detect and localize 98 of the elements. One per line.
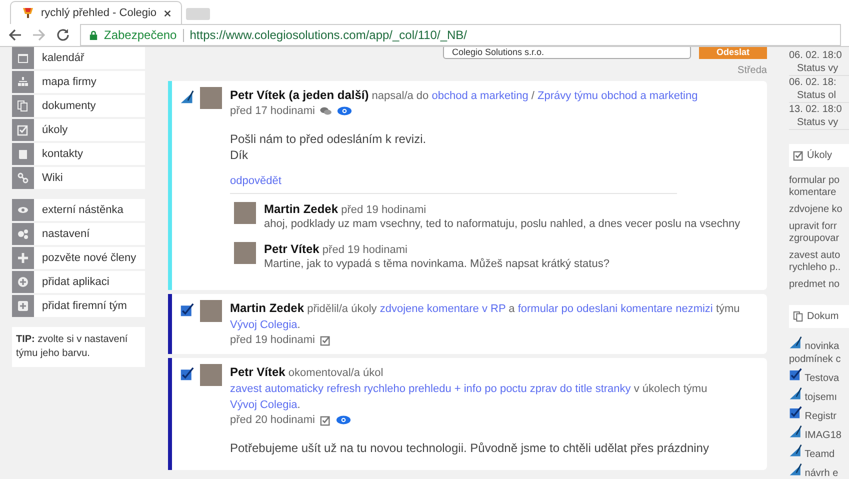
calendar-icon: [17, 52, 29, 64]
task-item[interactable]: upravit forr zgroupovar: [789, 221, 849, 245]
activity-headline: Petr Vítek okomentoval/a úkol zavest automaticky refresh rychleho prehledu + info po poctu zprav do title stranky v úkolech týmu Vývoj Colegia.: [230, 364, 708, 413]
reload-icon[interactable]: [56, 28, 70, 42]
sidebar-item[interactable]: přidat firemní tým: [12, 295, 145, 317]
message-text: Potřebujeme ušít už na tu novou technologii. Původně jsme to chtěli udělat přes prázdniny: [230, 440, 710, 456]
link[interactable]: zavest automaticky refresh rychleho prehledu + info po poctu zprav do title stranky: [230, 383, 631, 395]
address-bar[interactable]: Zabezpečeno https://www.colegiosolutions.com/app/_col/110/_NB/: [80, 24, 841, 46]
document-item[interactable]: tojsemı: [789, 387, 849, 404]
checkbox-icon: [320, 334, 332, 346]
document-pen-icon: [789, 463, 802, 476]
avatar-placeholder: [234, 202, 256, 224]
message-text: Dík: [230, 147, 249, 163]
document-pen-icon: [789, 387, 802, 400]
link[interactable]: Vývoj Colegia: [230, 399, 298, 411]
url-text: https://www.colegiosolutions.com/app/_col/110/_NB/: [190, 28, 467, 42]
activity-headline: Martin Zedek přidělil/a úkoly zdvojene komentare v RP a formular po odeslani komentare nezmizi týmu Vývoj Colegia.: [230, 300, 741, 333]
plus-square-icon: [17, 300, 29, 312]
document-item[interactable]: Registr: [789, 406, 849, 423]
documents-title: Dokum: [807, 311, 839, 322]
sidebar-item[interactable]: dokumenty: [12, 95, 145, 117]
avatar-placeholder: [200, 300, 222, 322]
document-item[interactable]: IMAG18: [789, 425, 849, 442]
tip-text: TIP: zvolte si v nastavení týmu jeho barvu.: [12, 327, 145, 367]
activity-headline: Petr Vítek (a jeden další) napsal/a do obchod a marketing / Zprávy týmu obchod a marketing: [230, 87, 699, 104]
task-pen-icon: [789, 406, 802, 419]
activity-text[interactable]: Status vy: [789, 116, 849, 129]
comment-author: Petr Vítek: [264, 242, 320, 256]
task-item[interactable]: zavest auto rychleho p..: [789, 250, 849, 274]
activity-text[interactable]: Status vy: [789, 62, 849, 75]
browser-tab[interactable]: rychlý přehled - Colegio: [10, 1, 182, 24]
close-icon[interactable]: [162, 8, 172, 18]
document-item[interactable]: návrh e: [789, 463, 849, 479]
document-item[interactable]: Teamd: [789, 444, 849, 461]
sidebar-item[interactable]: externí nástěnka: [12, 199, 145, 221]
tasks-title: Úkoly: [807, 150, 832, 161]
reply-link[interactable]: odpovědět: [230, 175, 282, 187]
document-pen-icon: [789, 425, 802, 438]
day-label: Středa: [736, 65, 767, 76]
task-pen-icon: [180, 303, 194, 317]
task-pen-icon: [180, 367, 194, 381]
avatar-placeholder: [200, 364, 222, 386]
eye-icon[interactable]: [336, 415, 352, 425]
back-arrow-icon[interactable]: [8, 28, 22, 42]
timestamp: před 17 hodinami: [230, 105, 316, 117]
tab-title: rychlý přehled - Colegio: [41, 7, 157, 19]
document-item[interactable]: novinka podmínek c: [789, 336, 849, 366]
comment-author: Martin Zedek: [264, 202, 338, 216]
trophy-icon: [21, 6, 35, 20]
security-label: Zabezpečeno: [104, 28, 177, 42]
comment-text: Martine, jak to vypadá s těma novinkama. Můžeš napsat krátký status?: [264, 258, 610, 270]
sidebar-item[interactable]: pozvěte nové členy: [12, 247, 145, 269]
link[interactable]: zdvojene komentare v RP: [380, 303, 506, 315]
link-icon: [17, 172, 29, 184]
activity-date: 06. 02. 18:0: [789, 49, 843, 62]
link[interactable]: formular po odeslani komentare nezmizi: [518, 303, 713, 315]
sidebar-item[interactable]: kalendář: [12, 47, 145, 69]
sitemap-icon: [17, 76, 29, 88]
sidebar-item[interactable]: kontakty: [12, 143, 145, 165]
eye-icon: [17, 204, 29, 216]
timestamp: před 19 hodinami: [230, 334, 316, 346]
link[interactable]: obchod a marketing: [432, 90, 528, 102]
task-item[interactable]: predmet no: [789, 279, 849, 291]
lock-icon: [89, 30, 98, 40]
avatar-placeholder: [234, 242, 256, 264]
task-pen-icon: [789, 368, 802, 381]
sidebar-item[interactable]: nastavení: [12, 223, 145, 245]
document-pen-icon: [789, 444, 802, 457]
plus-icon: [17, 252, 29, 264]
link[interactable]: Zprávy týmu obchod a marketing: [538, 90, 698, 102]
document-pen-icon: [789, 336, 802, 349]
task-item[interactable]: formular po komentare: [789, 175, 849, 199]
checkbox-icon: [320, 414, 332, 426]
avatar-placeholder: [200, 87, 222, 109]
eye-icon[interactable]: [337, 106, 352, 116]
task-item[interactable]: zdvojene ko: [789, 204, 849, 216]
comment-text: ahoj, podklady uz mam vsechny, ted to naformatuju, poslu nahled, a dnes vecer poslu na vsechny: [264, 218, 740, 230]
timestamp: před 20 hodinami: [230, 414, 316, 426]
comments-icon: [320, 106, 332, 116]
sidebar-item[interactable]: mapa firmy: [12, 71, 145, 93]
activity-text[interactable]: Status ol: [789, 89, 849, 102]
link[interactable]: Vývoj Colegia: [230, 319, 298, 331]
sidebar-item[interactable]: úkoly: [12, 119, 145, 141]
checkbox-icon: [17, 124, 29, 136]
message-text: Pošli nám to před odesláním k revizi.: [230, 131, 428, 147]
sidebar-item[interactable]: Wiki: [12, 167, 145, 189]
activity-date: 13. 02. 18:0: [789, 103, 843, 116]
timestamp: před 19 hodinami: [322, 244, 408, 256]
plus-circle-icon: [17, 276, 29, 288]
activity-date: 06. 02. 18:: [789, 76, 838, 89]
checkbox-icon: [793, 150, 804, 161]
documents-icon: [793, 311, 804, 322]
company-field[interactable]: Colegio Solutions s.r.o.: [443, 47, 691, 59]
sidebar-item[interactable]: přidat aplikaci: [12, 271, 145, 293]
documents-icon: [17, 100, 29, 112]
timestamp: před 19 hodinami: [341, 204, 426, 216]
document-pen-icon: [180, 90, 194, 104]
document-item[interactable]: Testova: [789, 368, 849, 385]
